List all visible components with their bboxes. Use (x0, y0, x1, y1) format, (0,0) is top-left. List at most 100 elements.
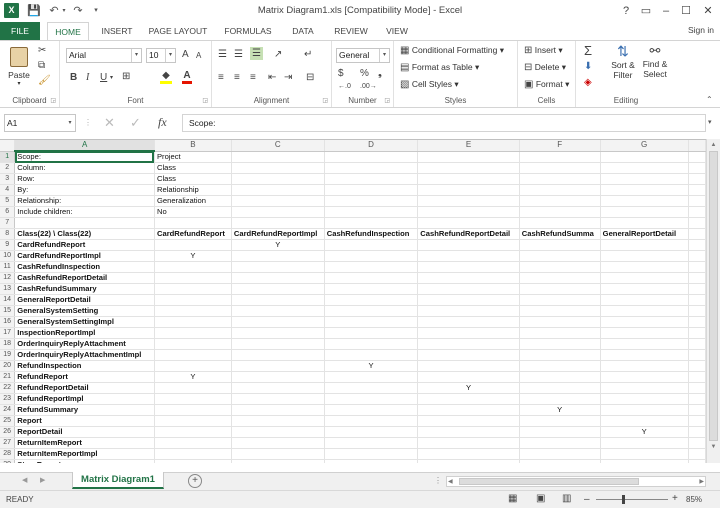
find-select-button[interactable]: ⚯ Find & Select (638, 43, 672, 79)
cell[interactable]: CashRefundReportDetail (417, 228, 520, 240)
font-name-box[interactable]: Arial ▾ (66, 48, 142, 63)
number-format-dropdown-icon[interactable]: ▾ (379, 49, 389, 62)
cell[interactable] (324, 173, 419, 185)
comma-style-button[interactable]: ❟ (378, 68, 382, 79)
cell[interactable] (600, 173, 689, 185)
cell[interactable] (324, 261, 419, 273)
cell[interactable]: ReturnItemReport (14, 437, 155, 449)
cell[interactable] (519, 459, 601, 463)
paste-button[interactable]: Paste ▾ (4, 45, 34, 87)
cell[interactable] (324, 316, 419, 328)
cell[interactable] (519, 173, 601, 185)
cell[interactable] (600, 371, 689, 383)
cell[interactable] (324, 217, 419, 229)
collapse-ribbon-icon[interactable]: ⌃ (706, 95, 713, 104)
formula-input[interactable]: Scope: (182, 114, 706, 132)
cell[interactable] (231, 217, 325, 229)
row-header[interactable]: 11 (0, 261, 16, 273)
clipboard-launcher-icon[interactable]: ◲ (50, 97, 56, 104)
currency-button[interactable]: $ (338, 68, 344, 79)
cell[interactable]: Y (324, 360, 419, 372)
cell[interactable]: Generalization (154, 195, 232, 207)
cell[interactable] (324, 426, 419, 438)
cell[interactable] (600, 217, 689, 229)
row-header[interactable]: 2 (0, 162, 16, 174)
align-middle-icon[interactable]: ☰ (234, 49, 243, 60)
fill-color-icon[interactable]: ◆ (160, 70, 172, 84)
row-header[interactable]: 27 (0, 437, 16, 449)
cell[interactable] (154, 239, 232, 251)
cell[interactable] (600, 338, 689, 350)
row-header[interactable]: 15 (0, 305, 16, 317)
cell[interactable] (519, 327, 601, 339)
row-header[interactable]: 16 (0, 316, 16, 328)
wrap-text-icon[interactable]: ↵ (304, 49, 312, 60)
cell[interactable] (600, 382, 689, 394)
row-header[interactable]: 29 (0, 459, 16, 463)
cell[interactable] (688, 371, 706, 383)
row-header[interactable]: 5 (0, 195, 16, 207)
cell[interactable] (417, 272, 520, 284)
cell[interactable] (688, 239, 706, 251)
cell[interactable] (600, 459, 689, 463)
cell[interactable] (688, 459, 706, 463)
cell[interactable]: Y (154, 250, 232, 262)
cell[interactable] (324, 382, 419, 394)
cell[interactable] (519, 250, 601, 262)
cell[interactable] (519, 239, 601, 251)
cell[interactable]: CashRefundSummary (14, 283, 155, 295)
cell[interactable] (519, 415, 601, 427)
column-header-g[interactable]: G (600, 140, 689, 152)
cell[interactable] (154, 217, 232, 229)
cell[interactable] (519, 206, 601, 218)
cell[interactable] (417, 459, 520, 463)
select-all-corner[interactable] (0, 140, 16, 152)
cell[interactable]: CashRefundInspection (324, 228, 419, 240)
expand-formula-bar-icon[interactable]: ▾ (708, 118, 712, 126)
underline-button[interactable]: U (100, 72, 107, 83)
cell[interactable] (688, 415, 706, 427)
help-button[interactable]: ? (616, 2, 636, 20)
cell[interactable] (324, 448, 419, 460)
cell[interactable]: Class (154, 173, 232, 185)
cell[interactable]: GeneralSystemSettingImpl (14, 316, 155, 328)
cell[interactable] (417, 250, 520, 262)
cell[interactable] (324, 349, 419, 361)
cell[interactable] (324, 195, 419, 207)
cell[interactable] (324, 206, 419, 218)
cell[interactable] (154, 437, 232, 449)
row-header[interactable]: 25 (0, 415, 16, 427)
row-header[interactable]: 4 (0, 184, 16, 196)
cut-icon[interactable]: ✂ (38, 45, 46, 56)
cell[interactable] (417, 151, 520, 163)
scroll-left-icon[interactable]: ◀ (448, 477, 453, 487)
cell[interactable] (231, 250, 325, 262)
cell[interactable] (324, 459, 419, 463)
cell[interactable] (688, 338, 706, 350)
ribbon-display-options-icon[interactable]: ▭ (636, 2, 656, 20)
cell[interactable] (231, 327, 325, 339)
increase-indent-icon[interactable]: ⇥ (284, 72, 292, 83)
cell[interactable] (231, 294, 325, 306)
cell[interactable]: RefundSummary (14, 404, 155, 416)
cell[interactable] (324, 283, 419, 295)
cell[interactable] (688, 382, 706, 394)
cell[interactable]: Class (154, 162, 232, 174)
cell[interactable] (154, 272, 232, 284)
row-header[interactable]: 23 (0, 393, 16, 405)
cell[interactable] (231, 162, 325, 174)
row-header[interactable]: 26 (0, 426, 16, 438)
cell[interactable] (600, 349, 689, 361)
name-box[interactable]: A1 ▾ (4, 114, 76, 132)
decrease-decimal-icon[interactable]: .00→ (360, 83, 377, 90)
cell[interactable] (417, 426, 520, 438)
font-name-dropdown-icon[interactable]: ▾ (131, 49, 141, 62)
cell[interactable] (600, 305, 689, 317)
row-header[interactable]: 12 (0, 272, 16, 284)
zoom-slider-thumb[interactable] (622, 495, 625, 504)
cell[interactable] (154, 305, 232, 317)
cell[interactable] (519, 360, 601, 372)
cell-styles-button[interactable]: ▧ Cell Styles ▾ (400, 79, 459, 90)
cell[interactable] (688, 206, 706, 218)
cell[interactable] (154, 283, 232, 295)
